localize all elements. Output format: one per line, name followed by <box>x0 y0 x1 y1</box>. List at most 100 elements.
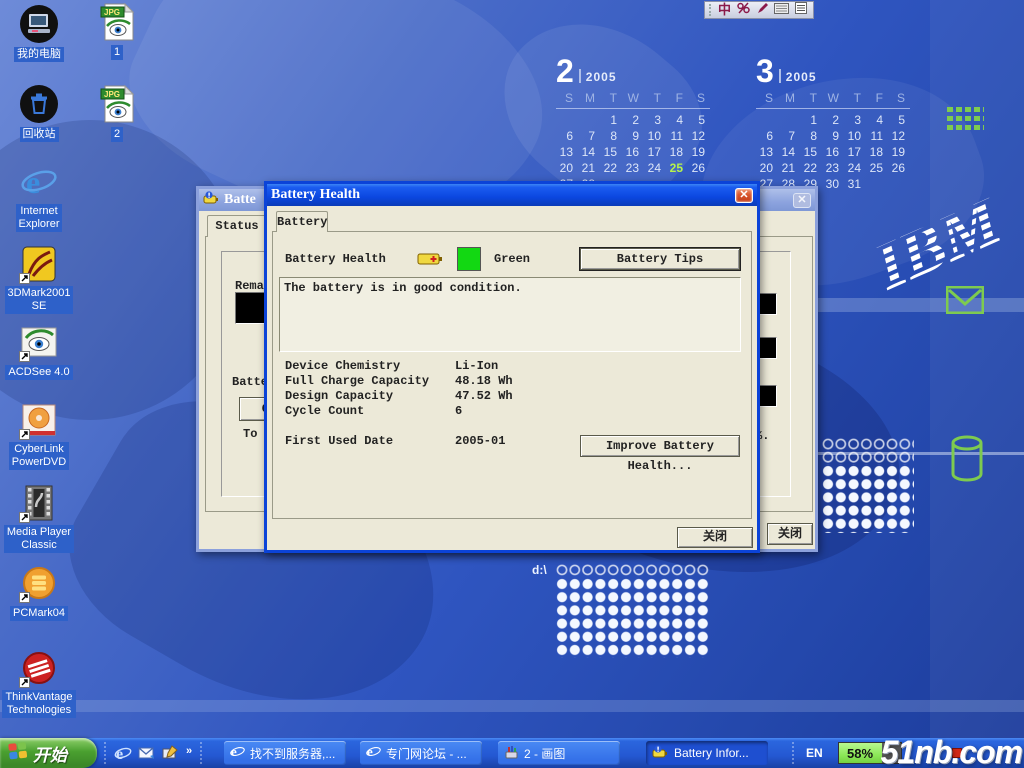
desktop-icon-label: 1 <box>111 45 123 60</box>
quicklaunch-overflow-chevron[interactable]: » <box>186 745 192 757</box>
desktop-icon-jpg-2[interactable]: JPG 2 <box>92 84 142 142</box>
close-button[interactable]: 关闭 <box>767 523 813 545</box>
desktop-icon-internet-explorer[interactable]: e Internet Explorer <box>0 162 78 232</box>
desktop-icon-media-player-classic[interactable]: Media Player Classic <box>0 483 78 553</box>
toolbar-separator <box>104 742 108 764</box>
quicklaunch-show-desktop-icon[interactable] <box>162 744 180 762</box>
calendar-grid: SMTWTFS123456789101112131415161718192021… <box>756 90 910 192</box>
close-button[interactable]: 关闭 <box>677 527 753 548</box>
wallpaper-calendar-march: 3 2005 SMTWTFS12345678910111213141516171… <box>756 54 910 192</box>
internet-explorer-icon: e <box>366 744 381 762</box>
toolbar-separator <box>792 742 796 764</box>
battery-tips-button[interactable]: Battery Tips <box>580 248 740 270</box>
desktop-icon-jpg-1[interactable]: JPG 1 <box>92 2 142 60</box>
drive-label: d:\ <box>532 563 547 577</box>
language-indicator[interactable]: EN <box>806 746 823 760</box>
desktop-icon-label: CyberLink PowerDVD <box>9 442 69 470</box>
battery-icon <box>652 745 669 762</box>
info-value: Li-Ion <box>455 359 498 373</box>
battery-health-label: Battery Health <box>285 252 386 266</box>
dot-grid-outline <box>822 438 914 465</box>
wallpaper-calendar-february: 2 2005 SMTWTFS12345678910111213141516171… <box>556 54 710 192</box>
windows-flag-icon <box>8 741 28 766</box>
quicklaunch-outlook-express-icon[interactable] <box>138 744 156 762</box>
shortcut-arrow-icon <box>19 351 30 362</box>
task-label: 专门网论坛 - ... <box>386 745 467 762</box>
quicklaunch-internet-explorer-icon[interactable]: e <box>114 744 132 762</box>
acdsee-icon <box>19 322 59 362</box>
info-label: Design Capacity <box>285 389 393 403</box>
my-computer-icon <box>19 4 59 44</box>
dot-grid-filled <box>556 578 710 658</box>
paint-icon <box>504 744 519 762</box>
taskbar-task-forum[interactable]: e 专门网论坛 - ... <box>360 741 482 765</box>
condition-text-box: The battery is in good condition. <box>279 277 741 352</box>
battery-window-icon <box>203 191 220 210</box>
internet-explorer-icon: e <box>19 162 59 202</box>
recycle-bin-icon <box>19 84 59 124</box>
desktop-icon-thinkvantage[interactable]: ThinkVantage Technologies <box>0 648 78 718</box>
media-player-classic-icon <box>19 483 59 523</box>
calendar-separator <box>779 69 781 83</box>
desktop-icon-powerdvd[interactable]: CyberLink PowerDVD <box>0 400 78 470</box>
task-label: Battery Infor... <box>674 746 749 760</box>
shortcut-arrow-icon <box>19 429 30 440</box>
info-label: Device Chemistry <box>285 359 400 373</box>
desktop-icon-label: PCMark04 <box>10 606 68 621</box>
mail-icon <box>946 286 984 319</box>
condition-text: The battery is in good condition. <box>284 281 522 295</box>
thinkvantage-icon <box>19 648 59 688</box>
language-bar-grip[interactable] <box>709 4 712 16</box>
desktop-icon-my-computer[interactable]: 我的电脑 <box>0 4 78 62</box>
ime-pen-icon[interactable] <box>756 1 768 19</box>
shortcut-arrow-icon <box>19 677 30 688</box>
battery-label: Batte <box>232 375 268 389</box>
dot-grid-filled <box>822 465 914 533</box>
remaining-power-display <box>235 292 265 324</box>
keyboard-grid-icon <box>946 106 984 139</box>
desktop-icon-label: 3DMark2001 SE <box>5 286 74 314</box>
desktop-icon-label: 我的电脑 <box>14 47 64 62</box>
ime-width-toggle-icon[interactable] <box>737 1 750 19</box>
taskbar-task-paint[interactable]: 2 - 画图 <box>498 741 620 765</box>
pcmark-icon <box>19 563 59 603</box>
dialog-title: Battery Health <box>271 187 731 203</box>
language-bar[interactable]: 中 <box>704 1 814 19</box>
calendar-grid: SMTWTFS123456789101112131415161718192021… <box>556 90 710 192</box>
svg-text:JPG: JPG <box>104 8 120 17</box>
internet-explorer-icon: e <box>230 744 245 762</box>
jpg-file-icon: JPG <box>99 2 135 42</box>
health-status-text: Green <box>494 252 530 266</box>
desktop-icon-pcmark04[interactable]: PCMark04 <box>0 563 78 621</box>
info-label: Cycle Count <box>285 404 364 418</box>
desktop-icon-recycle-bin[interactable]: 回收站 <box>0 84 78 142</box>
tab-status[interactable]: Status <box>207 215 267 237</box>
tab-battery[interactable]: Battery <box>276 211 328 232</box>
dot-grid-outline <box>556 564 710 577</box>
info-label: First Used Date <box>285 434 393 448</box>
ime-soft-keyboard-icon[interactable] <box>774 1 789 19</box>
ime-chinese-indicator[interactable]: 中 <box>718 3 731 17</box>
svg-text:e: e <box>26 164 40 200</box>
info-value: 2005-01 <box>455 434 505 448</box>
desktop-icon-acdsee[interactable]: ACDSee 4.0 <box>0 322 78 380</box>
calendar-separator <box>579 69 581 83</box>
desktop-icon-label: Media Player Classic <box>4 525 74 553</box>
desktop: 2 2005 SMTWTFS12345678910111213141516171… <box>0 0 1024 768</box>
taskbar-task-server-not-found[interactable]: e 找不到服务器,... <box>224 741 346 765</box>
battery-health-dialog[interactable]: Battery Health ✕ Battery Battery Health … <box>264 181 760 553</box>
start-button[interactable]: 开始 <box>0 738 97 768</box>
close-icon[interactable]: ✕ <box>793 193 811 208</box>
shortcut-arrow-icon <box>19 273 30 284</box>
battery-percent: 58% <box>847 746 873 761</box>
close-icon[interactable]: ✕ <box>735 188 753 203</box>
desktop-icon-3dmark2001[interactable]: 3DMark2001 SE <box>0 244 78 314</box>
battery-health-titlebar[interactable]: Battery Health ✕ <box>267 184 757 206</box>
taskbar-task-battery-information[interactable]: Battery Infor... <box>646 741 768 765</box>
task-label: 找不到服务器,... <box>250 745 335 762</box>
improve-battery-health-button[interactable]: Improve Battery Health... <box>580 435 740 457</box>
ime-menu-icon[interactable] <box>795 1 807 19</box>
desktop-icon-label: ThinkVantage Technologies <box>2 690 75 718</box>
taskbar: 开始 e » e 找不到服务器,... e 专门网论坛 - ... 2 - 画图… <box>0 738 1024 768</box>
wallpaper-band <box>0 700 1024 712</box>
